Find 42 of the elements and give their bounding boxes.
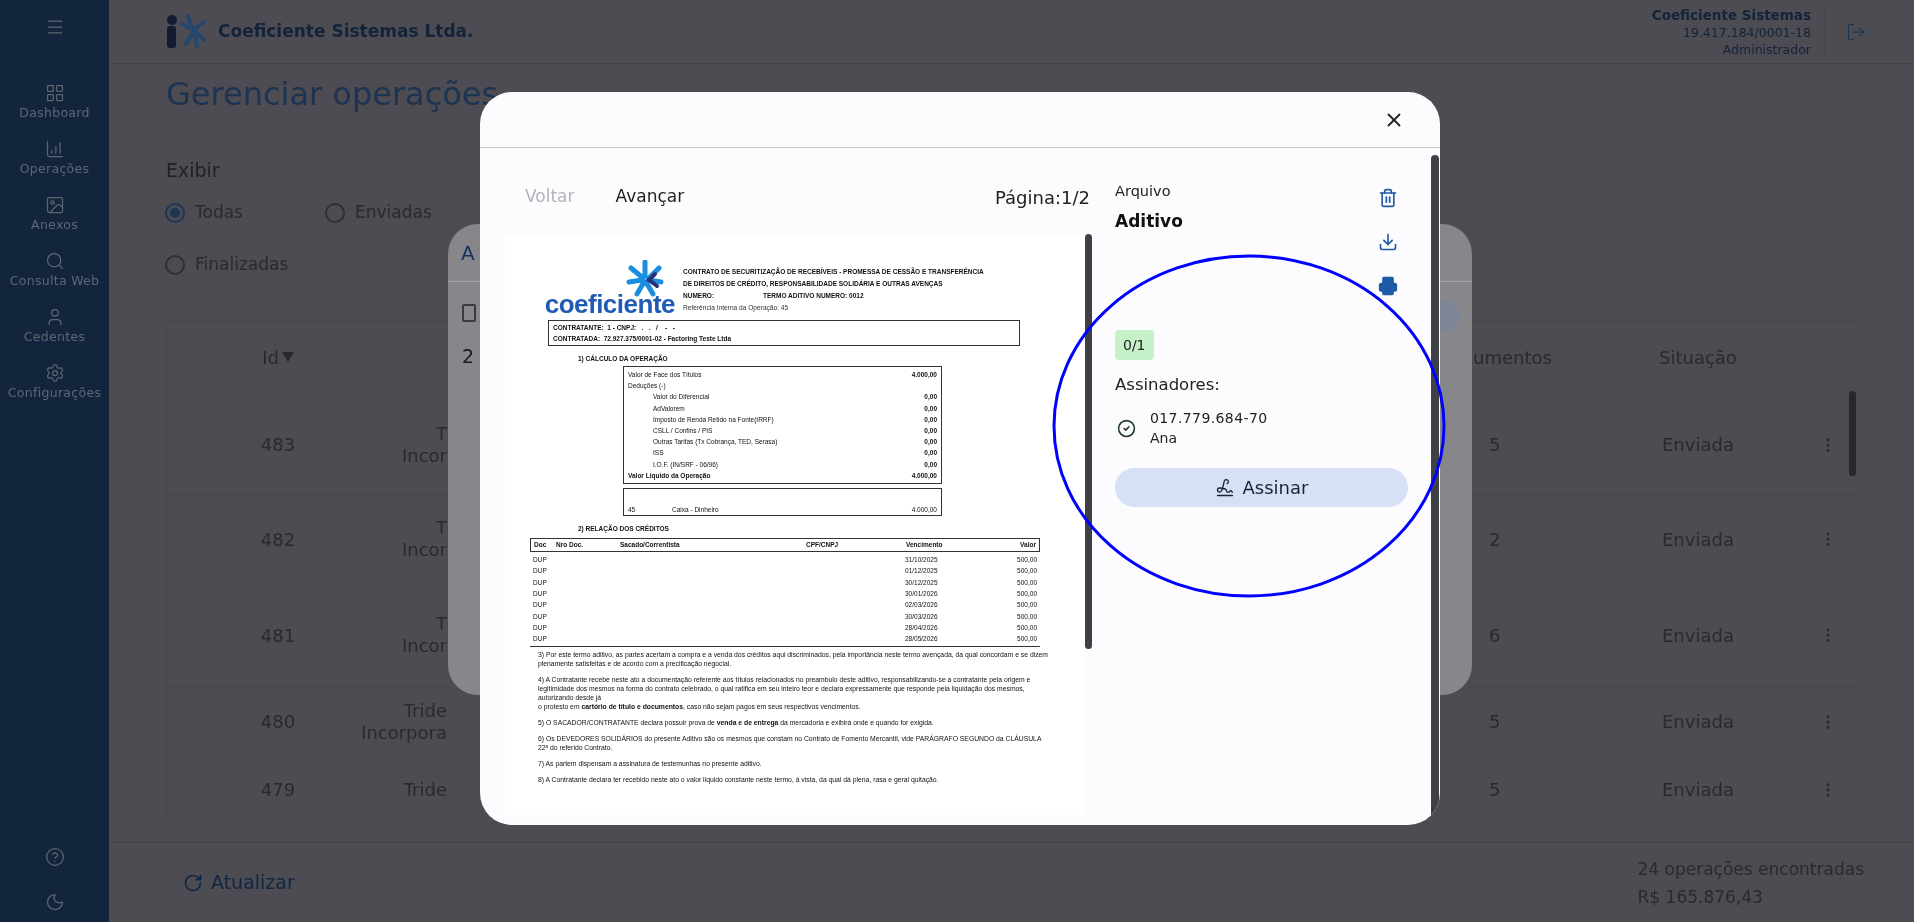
company-name: Coeficiente Sistemas Ltda.: [218, 19, 474, 43]
signer-document: 017.779.684-70: [1150, 409, 1268, 428]
checkbox-icon[interactable]: [462, 304, 476, 322]
user-name: Coeficiente Sistemas: [1651, 5, 1811, 24]
sign-button[interactable]: Assinar: [1115, 468, 1408, 507]
logout-icon[interactable]: [1846, 21, 1866, 42]
sort-descending-icon[interactable]: [281, 352, 294, 362]
grid-icon: [44, 83, 65, 103]
refresh-button[interactable]: Atualizar: [183, 868, 295, 897]
image-icon: [44, 195, 65, 215]
user-cnpj: 19.417.184/0001-18: [1683, 23, 1811, 41]
next-button[interactable]: Avançar: [615, 184, 685, 210]
download-icon[interactable]: [1378, 232, 1398, 252]
moon-icon[interactable]: [44, 892, 65, 912]
page-indicator: Página:1/2: [995, 185, 1090, 210]
sidebar-item[interactable]: Cedentes: [4, 307, 105, 349]
sidebar-item[interactable]: Dashboard: [4, 83, 105, 125]
check-circle-icon: [1117, 418, 1136, 438]
search-icon: [44, 251, 65, 271]
logo-icon: [166, 13, 206, 50]
signature-count-badge: 0/1: [1115, 330, 1154, 360]
bar-chart-icon: [44, 139, 65, 159]
sidebar-item[interactable]: Configurações: [4, 363, 105, 405]
settings-icon: [44, 363, 65, 383]
sidebar-item[interactable]: Consulta Web: [4, 251, 105, 293]
sidebar-item[interactable]: Anexos: [4, 195, 105, 237]
signer-name: Ana: [1150, 429, 1179, 448]
refresh-icon: [183, 872, 203, 893]
help-icon[interactable]: [44, 847, 65, 867]
printer-icon[interactable]: [1378, 276, 1398, 296]
delete-icon[interactable]: [1378, 188, 1398, 208]
logo-wordmark: coeficiente: [544, 290, 675, 318]
count-text: 2: [462, 344, 475, 369]
sidebar-item[interactable]: Operações: [4, 139, 105, 181]
signers-label: Assinadores:: [1115, 375, 1221, 395]
scrollbar-thumb[interactable]: [1085, 234, 1092, 649]
file-name: Aditivo: [1115, 211, 1183, 231]
file-label: Arquivo: [1115, 182, 1172, 201]
scrollbar-thumb[interactable]: [1849, 391, 1856, 476]
dialog-tab[interactable]: A: [461, 237, 475, 268]
user-role: Administrador: [1722, 40, 1811, 58]
signature-icon: [1214, 477, 1235, 498]
